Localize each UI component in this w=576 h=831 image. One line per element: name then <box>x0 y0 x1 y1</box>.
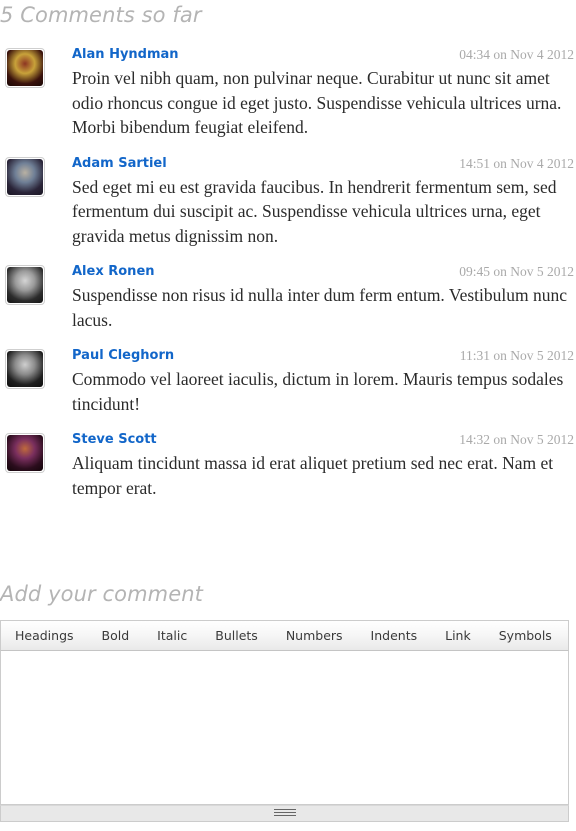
comment-body: Alex Ronen 09:45 on Nov 5 2012 Suspendisse… <box>72 262 576 332</box>
toolbar-indents-button[interactable]: Indents <box>357 621 432 650</box>
avatar-image <box>7 435 43 471</box>
toolbar-symbols-button[interactable]: Symbols <box>485 621 566 650</box>
comment-item: Alan Hyndman 04:34 on Nov 4 2012 Proin vel… <box>0 45 576 140</box>
comment-body: Adam Sartiel 14:51 on Nov 4 2012 Sed eget … <box>72 154 576 249</box>
toolbar-bullets-button[interactable]: Bullets <box>201 621 272 650</box>
comments-page: 5 Comments so far Alan Hyndman 04:34 on N… <box>0 0 576 831</box>
toolbar-headings-button[interactable]: Headings <box>1 621 88 650</box>
avatar-image <box>7 351 43 387</box>
comment-item: Steve Scott 14:32 on Nov 5 2012 Aliquam ti… <box>0 430 576 500</box>
comment-header: Alex Ronen 09:45 on Nov 5 2012 <box>72 262 574 282</box>
comment-header: Steve Scott 14:32 on Nov 5 2012 <box>72 430 574 450</box>
comment-text: Sed eget mi eu est gravida faucibus. In … <box>72 176 557 246</box>
comment-text: Proin vel nibh quam, non pulvinar neque.… <box>72 68 562 137</box>
comment-author-link[interactable]: Steve Scott <box>72 431 157 449</box>
comment-author-link[interactable]: Paul Cleghorn <box>72 347 174 365</box>
avatar-alex-ronen[interactable] <box>5 265 45 305</box>
toolbar-italic-button[interactable]: Italic <box>143 621 201 650</box>
comment-editor: Headings Bold Italic Bullets Numbers Indents L… <box>0 620 569 822</box>
editor-resize-handle[interactable] <box>0 805 569 822</box>
avatar-paul-cleghorn[interactable] <box>5 349 45 389</box>
comment-timestamp: 14:32 on Nov 5 2012 <box>459 432 574 447</box>
avatar-image <box>7 50 43 86</box>
avatar-adam-sartiel[interactable] <box>5 156 45 197</box>
comment-textarea[interactable] <box>1 651 568 804</box>
comment-timestamp: 14:51 on Nov 4 2012 <box>459 155 574 171</box>
comment-body: Steve Scott 14:32 on Nov 5 2012 Aliquam ti… <box>72 430 576 500</box>
comment-text: Aliquam tincidunt massa id erat aliquet … <box>72 453 554 498</box>
toolbar-numbers-button[interactable]: Numbers <box>272 621 357 650</box>
comment-header: Adam Sartiel 14:51 on Nov 4 2012 <box>72 154 574 174</box>
add-comment-heading: Add your comment <box>0 582 203 606</box>
comment-timestamp: 09:45 on Nov 5 2012 <box>459 264 574 279</box>
avatar-image <box>7 158 43 195</box>
comment-body: Alan Hyndman 04:34 on Nov 4 2012 Proin vel… <box>72 45 576 140</box>
editor-toolbar: Headings Bold Italic Bullets Numbers Indents L… <box>0 620 569 651</box>
comment-body: Paul Cleghorn 11:31 on Nov 5 2012 Commodo … <box>72 346 576 416</box>
avatar-image <box>7 267 43 303</box>
comments-section-heading: 5 Comments so far <box>0 3 202 27</box>
comment-header: Paul Cleghorn 11:31 on Nov 5 2012 <box>72 346 574 366</box>
comment-header: Alan Hyndman 04:34 on Nov 4 2012 <box>72 45 574 65</box>
comment-item: Alex Ronen 09:45 on Nov 5 2012 Suspendisse… <box>0 262 576 332</box>
comment-item: Paul Cleghorn 11:31 on Nov 5 2012 Commodo … <box>0 346 576 416</box>
avatar-steve-scott[interactable] <box>5 433 45 473</box>
comment-text: Commodo vel laoreet iaculis, dictum in l… <box>72 369 564 414</box>
comment-author-link[interactable]: Alex Ronen <box>72 263 155 281</box>
toolbar-bold-button[interactable]: Bold <box>88 621 144 650</box>
toolbar-link-button[interactable]: Link <box>431 621 485 650</box>
comment-timestamp: 11:31 on Nov 5 2012 <box>459 348 574 363</box>
comment-author-link[interactable]: Alan Hyndman <box>72 46 179 64</box>
comment-item: Adam Sartiel 14:51 on Nov 4 2012 Sed eget … <box>0 154 576 249</box>
comment-textarea-wrapper[interactable] <box>0 651 569 805</box>
comment-text: Suspendisse non risus id nulla inter dum… <box>72 285 567 330</box>
resize-grip-icon <box>273 809 296 818</box>
comments-list: Alan Hyndman 04:34 on Nov 4 2012 Proin vel… <box>0 45 576 514</box>
comment-author-link[interactable]: Adam Sartiel <box>72 155 167 173</box>
avatar-alan-hyndman[interactable] <box>5 48 45 88</box>
comment-timestamp: 04:34 on Nov 4 2012 <box>459 47 574 62</box>
